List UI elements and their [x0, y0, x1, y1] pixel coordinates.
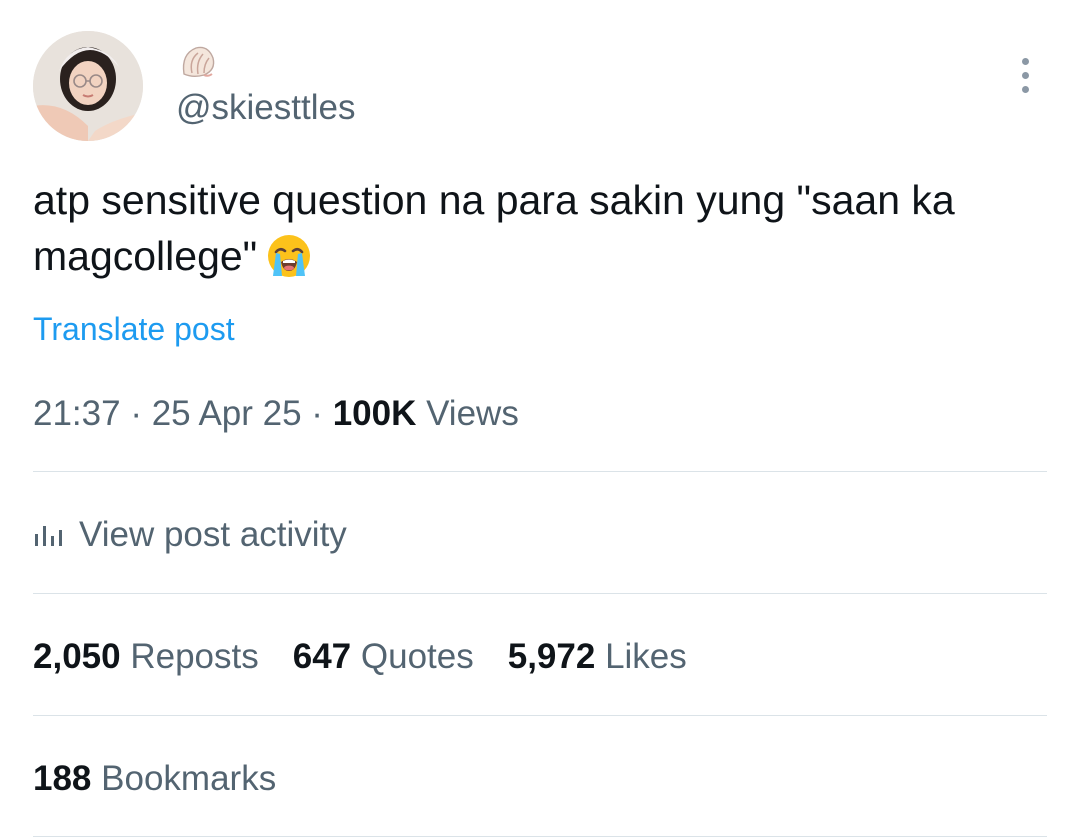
display-name-shell-icon[interactable] — [178, 44, 218, 80]
divider — [33, 836, 1047, 837]
analytics-bars-icon — [35, 526, 62, 546]
divider — [33, 471, 1047, 472]
views-count: 100K — [332, 394, 417, 433]
post-text: atp sensitive question na para sakin yun… — [33, 177, 955, 280]
views-label: Views — [426, 394, 519, 433]
bookmarks-stat[interactable]: 188 Bookmarks — [33, 757, 276, 801]
divider — [33, 593, 1047, 594]
divider — [33, 715, 1047, 716]
post-time[interactable]: 21:37 — [33, 394, 121, 433]
view-post-activity-button[interactable]: View post activity — [33, 512, 347, 558]
quotes-stat[interactable]: 647 Quotes — [293, 635, 474, 679]
view-post-activity-label: View post activity — [79, 515, 347, 554]
more-options-button[interactable] — [1008, 54, 1042, 96]
engagement-stats: 2,050 Reposts 647 Quotes 5,972 Likes — [33, 635, 687, 679]
post-date[interactable]: 25 Apr 25 — [152, 394, 302, 433]
more-vertical-icon — [1021, 57, 1029, 65]
translate-post-link[interactable]: Translate post — [33, 309, 235, 349]
user-handle[interactable]: @skiesttles — [176, 88, 355, 128]
loudly-crying-face-icon — [265, 232, 313, 280]
likes-stat[interactable]: 5,972 Likes — [508, 635, 687, 679]
post-meta: 21:37 · 25 Apr 25 · 100K Views — [33, 394, 519, 433]
avatar[interactable] — [33, 31, 143, 141]
avatar-image — [33, 31, 143, 141]
reposts-stat[interactable]: 2,050 Reposts — [33, 635, 259, 679]
